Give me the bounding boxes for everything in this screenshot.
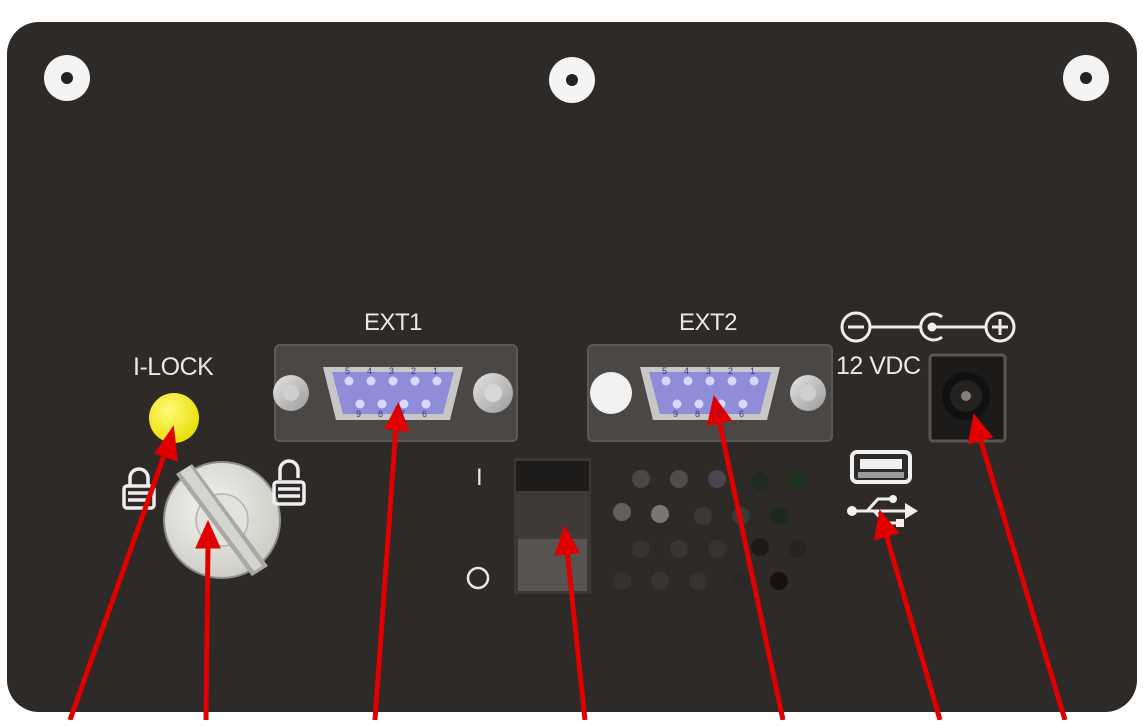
pin-label: 5: [662, 366, 667, 376]
pin-label: 9: [356, 409, 361, 419]
pin-label: 4: [367, 366, 372, 376]
pin-label: 2: [411, 366, 416, 376]
pin-label: 1: [750, 366, 755, 376]
pin-label: 7: [400, 409, 405, 419]
pin-label: 3: [706, 366, 711, 376]
mount-screw-center: [549, 57, 595, 103]
pin-label: 8: [695, 409, 700, 419]
mount-screw-right: [1063, 55, 1109, 101]
ext2-connector[interactable]: [587, 344, 833, 442]
mount-screw-left: [44, 55, 90, 101]
pin-label: 8: [378, 409, 383, 419]
power-switch[interactable]: [514, 458, 591, 594]
pin-label: 4: [684, 366, 689, 376]
device-back-panel-figure: EXT1 EXT2 I-LOCK 12 VDC I O 5 4 3 2 1 9 …: [0, 0, 1144, 721]
power-voltage-label: 12 VDC: [836, 352, 921, 380]
pin-label: 2: [728, 366, 733, 376]
pin-label: 6: [422, 409, 427, 419]
ilock-label: I-LOCK: [133, 353, 214, 381]
dc-power-jack[interactable]: [928, 353, 1007, 443]
pin-label: 1: [433, 366, 438, 376]
switch-on-mark: I: [476, 464, 483, 491]
pin-label: 7: [717, 409, 722, 419]
pin-label: 5: [345, 366, 350, 376]
pin-label: 6: [739, 409, 744, 419]
key-switch[interactable]: [163, 461, 281, 579]
pin-label: 9: [673, 409, 678, 419]
pin-label: 3: [389, 366, 394, 376]
ext2-label: EXT2: [679, 309, 738, 336]
ext1-label: EXT1: [364, 309, 423, 336]
